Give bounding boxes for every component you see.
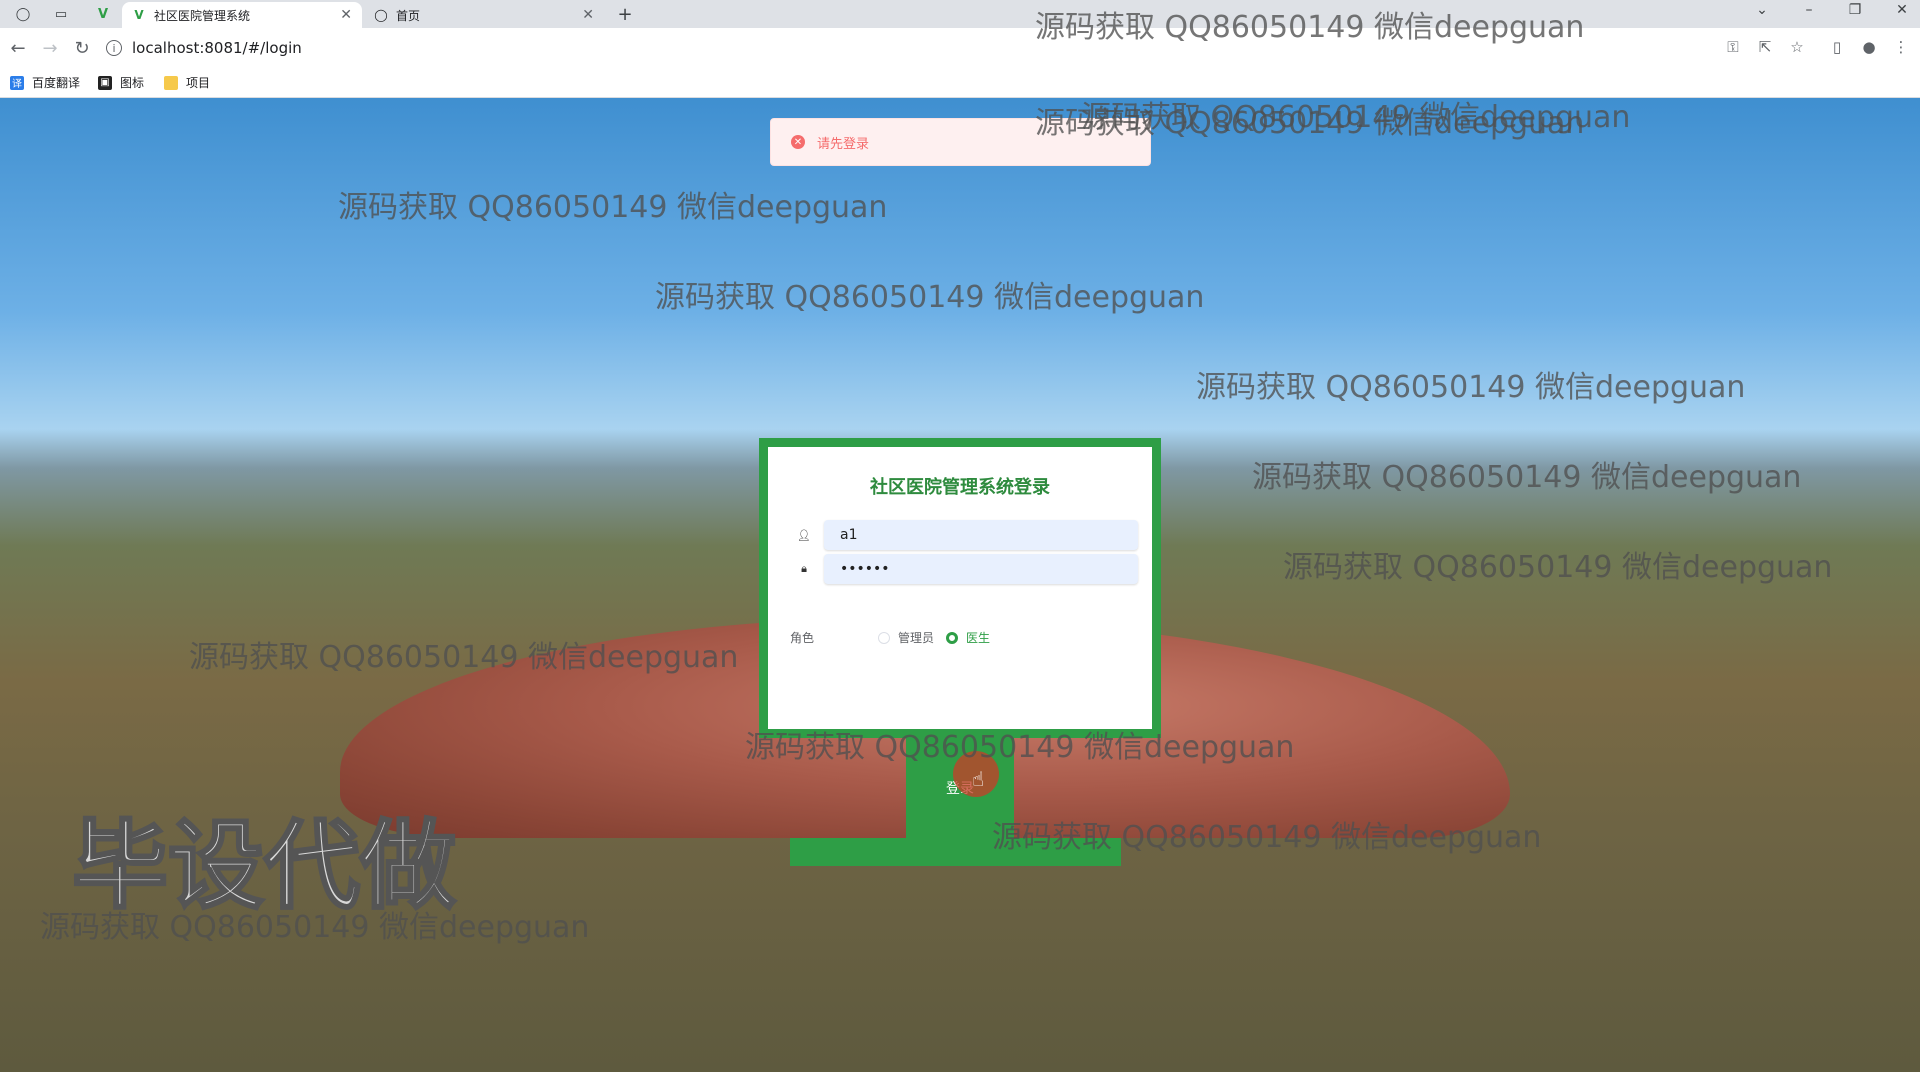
tab-title: 首页 (396, 8, 421, 23)
role-radio-doctor[interactable]: 医生 (946, 629, 990, 646)
watermark-text: 源码获取 QQ86050149 微信deepguan (655, 280, 1205, 315)
login-title: 社区医院管理系统登录 (870, 477, 1050, 498)
hand-cursor-icon: ☝ (972, 767, 985, 791)
role-selector: 角色 管理员 医生 (790, 629, 1002, 646)
watermark-text: 源码获取 QQ86050149 微信deepguan (1081, 100, 1631, 135)
lock-icon: 🔒︎ (801, 562, 807, 575)
sidepanel-icon[interactable]: ▯ (1827, 38, 1847, 56)
restore-button[interactable]: ❐ (1843, 2, 1867, 18)
tab-home[interactable]: ◯ 首页 ✕ (364, 2, 604, 28)
watermark-text: 源码获取 QQ86050149 微信deepguan (1283, 550, 1833, 585)
forward-icon[interactable]: → (38, 36, 62, 60)
watermark-text: 源码获取 QQ86050149 微信deepguan (338, 190, 888, 225)
bookmark-project[interactable]: 项目 (164, 74, 210, 91)
vue-logo-icon[interactable]: V (92, 3, 114, 25)
password-input[interactable]: •••••• (824, 554, 1138, 584)
browser-toolbar: ← → ↻ i localhost:8081/#/login ⚿ ⇱ ☆ ▯ ●… (0, 28, 1920, 68)
image-icon: ▣ (98, 75, 112, 90)
overlay-watermark: 毕设代做 (71, 809, 458, 924)
tab-active[interactable]: V 社区医院管理系统 ✕ (122, 2, 362, 28)
vue-favicon-icon: V (134, 8, 144, 22)
globe-icon: ◯ (374, 8, 388, 22)
login-card: 社区医院管理系统登录 👤︎ a1 🔒︎ •••••• 角色 管理员 医生 (768, 447, 1152, 729)
toast-message: 请先登录 (817, 136, 870, 152)
key-icon[interactable]: ⚿ (1723, 38, 1743, 56)
folder-icon (164, 75, 178, 90)
password-row: 🔒︎ •••••• (798, 554, 1138, 584)
tab-title: 社区医院管理系统 (154, 8, 251, 23)
radio-checked-icon (946, 631, 959, 644)
close-window-button[interactable]: ✕ (1890, 2, 1914, 18)
bookmark-icons[interactable]: ▣ 图标 (98, 74, 144, 91)
user-icon: 👤︎ (797, 528, 811, 542)
back-icon[interactable]: ← (6, 36, 30, 60)
watermark-text: 源码获取 QQ86050149 微信deepguan (189, 640, 739, 675)
radio-label: 管理员 (898, 631, 935, 645)
error-circle-icon: ✕ (791, 135, 805, 149)
watermark-text: 源码获取 QQ86050149 微信deepguan (1196, 370, 1746, 405)
radio-label: 医生 (966, 631, 991, 645)
info-icon[interactable]: i (106, 40, 122, 56)
bookmarks-bar: 译 百度翻译 ▣ 图标 项目 (0, 68, 1920, 98)
chevron-down-icon[interactable]: ⌄ (1750, 2, 1774, 18)
close-icon[interactable]: ✕ (582, 7, 594, 23)
profile-avatar-icon[interactable]: ● (1859, 38, 1879, 56)
share-icon[interactable]: ⇱ (1755, 38, 1775, 56)
login-form-frame: 社区医院管理系统登录 👤︎ a1 🔒︎ •••••• 角色 管理员 医生 (759, 438, 1161, 738)
username-input[interactable]: a1 (824, 520, 1138, 550)
watermark-text: 源码获取 QQ86050149 微信deepguan (1035, 10, 1585, 45)
login-page-background: ✕ 请先登录 社区医院管理系统登录 👤︎ a1 🔒︎ •••••• 角色 管理员 (0, 98, 1920, 1072)
radio-circle-icon (878, 631, 890, 644)
close-icon[interactable]: ✕ (340, 7, 352, 23)
translate-icon: 译 (10, 75, 24, 90)
minimize-button[interactable]: – (1797, 2, 1821, 18)
watermark-text: 源码获取 QQ86050149 微信deepguan (1252, 460, 1802, 495)
role-label: 角色 (790, 631, 815, 645)
watermark-text: 源码获取 QQ86050149 微信deepguan (745, 730, 1295, 765)
bookmark-label: 项目 (186, 76, 211, 90)
watermark-text: 源码获取 QQ86050149 微信deepguan (992, 820, 1542, 855)
reload-icon[interactable]: ↻ (70, 36, 94, 60)
role-radio-admin[interactable]: 管理员 (878, 629, 934, 646)
bookmark-label: 图标 (120, 76, 145, 90)
tab-group-icon[interactable]: ▭ (50, 3, 72, 25)
globe-icon[interactable]: ◯ (12, 3, 34, 25)
username-row: 👤︎ a1 (797, 520, 1138, 550)
bookmark-label: 百度翻译 (32, 76, 81, 90)
tab-strip: ◯ ▭ V V 社区医院管理系统 ✕ ◯ 首页 ✕ + ⌄ – ❐ ✕ (0, 0, 1920, 28)
star-icon[interactable]: ☆ (1787, 38, 1807, 56)
menu-kebab-icon[interactable]: ⋮ (1891, 38, 1911, 56)
bookmark-baidu-translate[interactable]: 译 百度翻译 (10, 74, 80, 91)
url-text: localhost:8081/#/login (132, 39, 302, 57)
new-tab-button[interactable]: + (614, 3, 636, 25)
